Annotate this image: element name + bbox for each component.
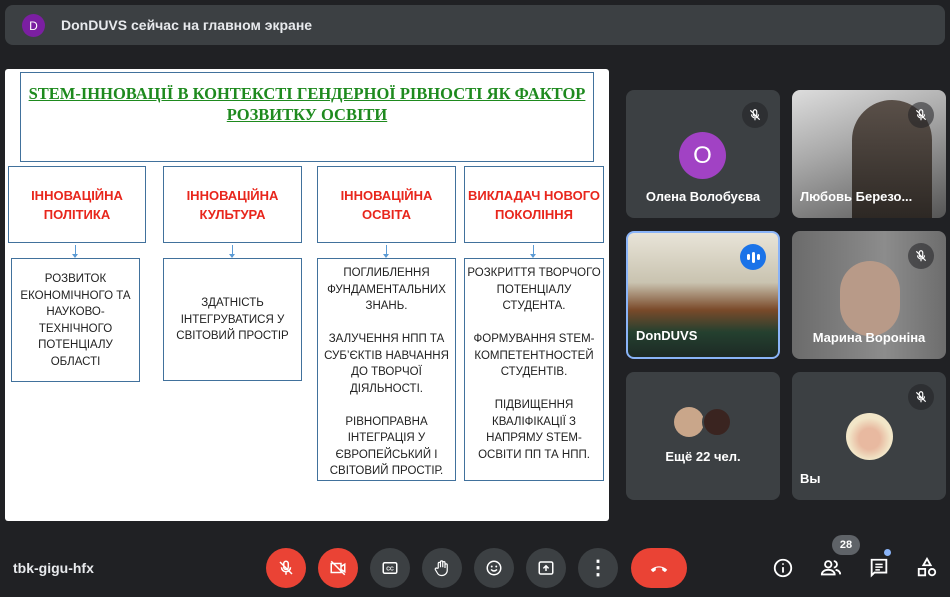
slide-heading: ВИКЛАДАЧ НОВОГО ПОКОЛІННЯ xyxy=(464,166,604,243)
participant-avatar xyxy=(702,407,732,437)
hand-icon xyxy=(434,560,448,577)
self-avatar xyxy=(846,413,893,460)
camera-toggle-button[interactable] xyxy=(318,548,358,588)
svg-text:CC: CC xyxy=(386,567,394,573)
slide-body: РОЗВИТОК ЕКОНОМІЧНОГО ТА НАУКОВО-ТЕХНІЧН… xyxy=(11,258,140,382)
video-feed xyxy=(840,261,900,336)
emoji-icon xyxy=(486,560,502,576)
self-tile[interactable]: Вы xyxy=(792,372,946,500)
banner-text: DonDUVS сейчас на главном экране xyxy=(61,17,313,33)
camera-off-icon xyxy=(330,560,346,576)
hang-up-icon xyxy=(650,566,668,573)
leave-call-button[interactable] xyxy=(631,548,687,588)
presenter-avatar: D xyxy=(22,14,45,37)
participant-name: Олена Волобуєва xyxy=(645,189,761,204)
participant-avatar: O xyxy=(679,132,726,179)
meeting-details-button[interactable] xyxy=(771,556,795,580)
reactions-button[interactable] xyxy=(474,548,514,588)
slide-body: РОЗКРИТТЯ ТВОРЧОГО ПОТЕНЦІАЛУ СТУДЕНТА. … xyxy=(464,258,604,481)
captions-button[interactable]: CC xyxy=(370,548,410,588)
chat-button[interactable] xyxy=(867,556,891,580)
more-options-button[interactable]: ⋮ xyxy=(578,548,618,588)
mic-off-icon xyxy=(908,384,934,410)
more-vert-icon: ⋮ xyxy=(588,557,608,579)
present-screen-icon xyxy=(538,561,554,575)
mic-off-icon xyxy=(908,243,934,269)
participant-tile[interactable]: Марина Вороніна xyxy=(792,231,946,359)
arrow-icon xyxy=(383,245,389,258)
unread-dot-icon xyxy=(884,549,891,556)
participant-name: Вы xyxy=(800,471,821,486)
mic-off-icon xyxy=(908,102,934,128)
more-count: Ещё 22 чел. xyxy=(665,449,741,464)
slide-heading: ІННОВАЦІЙНА КУЛЬТУРА xyxy=(163,166,302,243)
slide-body: ЗДАТНІСТЬ ІНТЕГРУВАТИСЯ У СВІТОВИЙ ПРОСТ… xyxy=(163,258,302,381)
mic-toggle-button[interactable] xyxy=(266,548,306,588)
arrow-icon xyxy=(72,245,78,258)
participant-tile[interactable]: O Олена Волобуєва xyxy=(626,90,780,218)
arrow-icon xyxy=(229,245,235,258)
captions-icon: CC xyxy=(382,562,398,574)
slide-title: STEM-ІННОВАЦІЇ В КОНТЕКСТІ ГЕНДЕРНОЇ РІВ… xyxy=(20,72,594,162)
participant-avatar xyxy=(674,407,704,437)
raise-hand-button[interactable] xyxy=(422,548,462,588)
mic-off-icon xyxy=(279,560,293,575)
activities-icon xyxy=(917,557,937,577)
more-participants-tile[interactable]: Ещё 22 чел. xyxy=(626,372,780,500)
slide-heading: ІННОВАЦІЙНА ПОЛІТИКА xyxy=(8,166,146,243)
present-button[interactable] xyxy=(526,548,566,588)
slide-body: ПОГЛИБЛЕННЯ ФУНДАМЕНТАЛЬНИХ ЗНАНЬ. ЗАЛУЧ… xyxy=(317,258,456,481)
speaking-indicator-icon xyxy=(740,244,766,270)
people-icon xyxy=(820,560,842,576)
participant-name: DonDUVS xyxy=(636,328,698,343)
participant-name: Марина Вороніна xyxy=(812,330,926,345)
mic-off-icon xyxy=(742,102,768,128)
people-button[interactable] xyxy=(819,556,843,580)
chat-icon xyxy=(870,558,888,578)
info-icon xyxy=(773,558,793,578)
participant-tile-active-speaker[interactable]: DonDUVS xyxy=(626,231,780,359)
slide-heading: ІННОВАЦІЙНА ОСВІТА xyxy=(317,166,456,243)
meeting-code: tbk-gigu-hfx xyxy=(13,560,94,576)
participant-tile[interactable]: Любовь Березо... xyxy=(792,90,946,218)
arrow-icon xyxy=(530,245,536,258)
participant-count-badge: 28 xyxy=(832,535,860,555)
activities-button[interactable] xyxy=(915,556,939,580)
participant-name: Любовь Березо... xyxy=(800,189,913,204)
